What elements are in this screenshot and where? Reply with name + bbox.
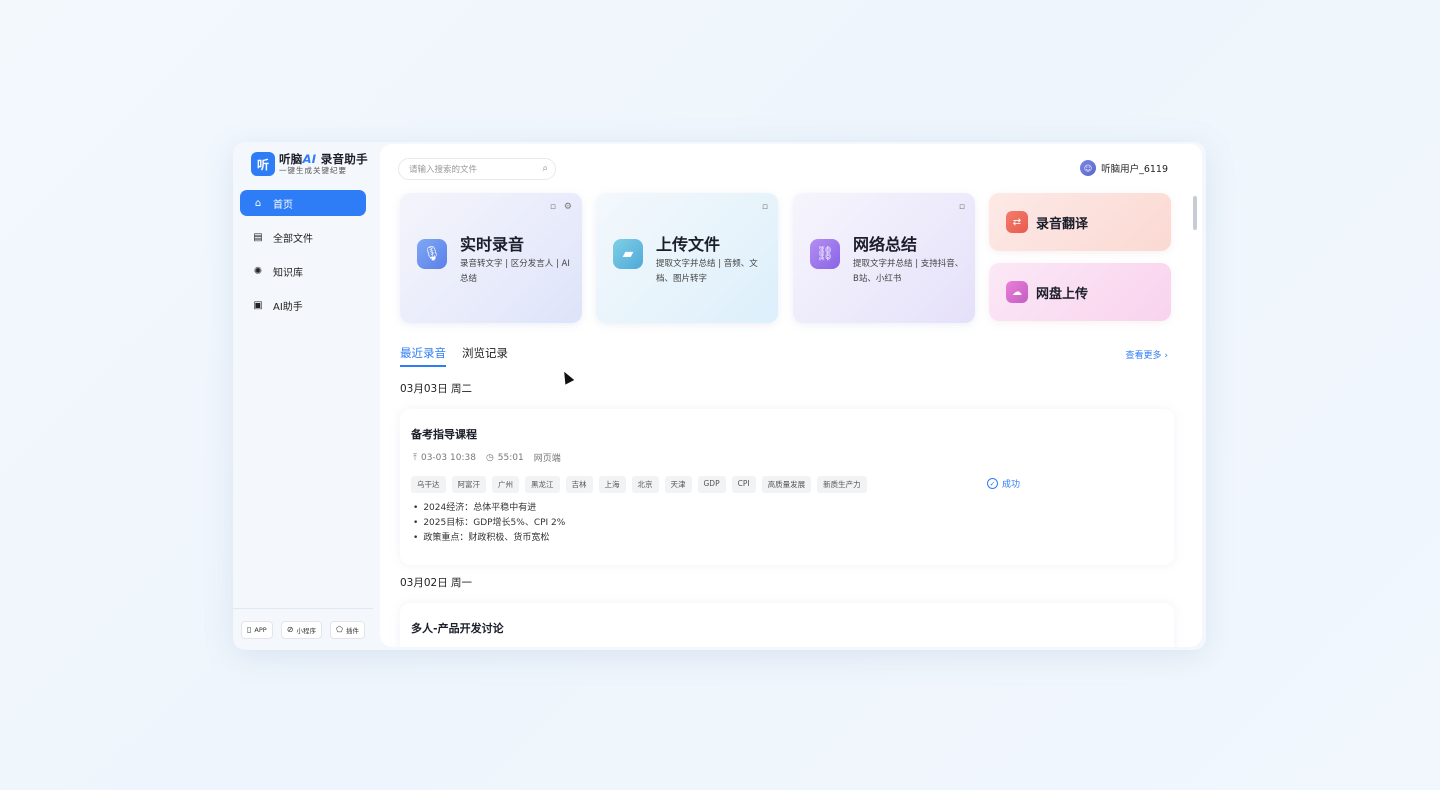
logo-brand: 听脑 bbox=[279, 151, 303, 166]
tag[interactable]: GDP bbox=[697, 476, 726, 493]
logo-product: 录音助手 bbox=[320, 151, 368, 166]
web-summary-card[interactable]: ▫ ⛓ 网络总结 提取文字并总结 | 支持抖音、B站、小红书 bbox=[793, 193, 975, 323]
tag[interactable]: 新质生产力 bbox=[817, 476, 867, 493]
mini-title: 录音翻译 bbox=[1036, 216, 1089, 232]
link-icon: ⛓ bbox=[810, 239, 840, 269]
card-desc: 提取文字并总结 | 支持抖音、B站、小红书 bbox=[853, 259, 964, 284]
summary-list: 2024经济：总体平稳中有进 2025目标：GDP增长5%、CPI 2% 政策重… bbox=[413, 501, 565, 546]
status-badge: ✓ 成功 bbox=[987, 477, 1020, 490]
plugin-icon: ⬠ bbox=[336, 625, 343, 634]
tab-recent-recordings[interactable]: 最近录音 bbox=[400, 345, 446, 367]
list-item: 政策重点：财政积极、货币宽松 bbox=[413, 531, 565, 546]
home-icon: ⌂ bbox=[254, 197, 262, 209]
tag[interactable]: 阿富汗 bbox=[451, 476, 486, 493]
file-icon: ▤ bbox=[253, 231, 263, 243]
card-desc: 录音转文字 | 区分发言人 | AI总结 bbox=[460, 259, 570, 284]
tag[interactable]: 高质量发展 bbox=[761, 476, 812, 493]
settings-icon[interactable]: ⚙ bbox=[564, 202, 572, 212]
search-input[interactable]: 请输入搜索的文件 ⌕ bbox=[398, 158, 556, 180]
recording-translate-card[interactable]: ⇄ 录音翻译 bbox=[989, 193, 1171, 251]
record-tabs: 最近录音 浏览记录 bbox=[400, 345, 508, 367]
translate-icon: ⇄ bbox=[1006, 211, 1028, 233]
chat-icon: ▣ bbox=[253, 299, 263, 311]
list-item: 2025目标：GDP增长5%、CPI 2% bbox=[413, 516, 565, 531]
card-title: 实时录音 bbox=[460, 235, 525, 254]
logo-icon: 听 bbox=[251, 152, 275, 176]
tag[interactable]: 广州 bbox=[492, 476, 519, 493]
main-panel: 请输入搜索的文件 ⌕ ☺ 听脑用户_6119 ▫ ⚙ 🎙 实时录音 录音转文字 … bbox=[380, 144, 1202, 647]
miniprogram-button[interactable]: ⊘ 小程序 bbox=[280, 620, 322, 639]
cloud-upload-card[interactable]: ☁ 网盘上传 bbox=[989, 263, 1171, 321]
tag[interactable]: 乌干达 bbox=[411, 476, 446, 493]
sidebar-item-label: AI助手 bbox=[273, 301, 303, 313]
upload-icon: ⤒ bbox=[413, 452, 417, 463]
tag[interactable]: 上海 bbox=[598, 476, 626, 493]
search-icon[interactable]: ⌕ bbox=[542, 163, 548, 174]
save-icon[interactable]: ▫ bbox=[550, 202, 556, 212]
sidebar-item-home[interactable]: ⌂ 首页 bbox=[240, 190, 366, 216]
record-card[interactable]: 备考指导课程 ⤒ 03-03 10:38 ◷ 55:01 网页端 乌干达 阿富汗… bbox=[400, 409, 1174, 565]
card-desc: 提取文字并总结 | 音频、文档、图片转字 bbox=[656, 259, 758, 284]
sidebar-item-label: 知识库 bbox=[273, 267, 303, 279]
sidebar: 听 听脑AI 录音助手 一键生成关键纪要 ⌂ 首页 ▤ 全部文件 ✺ 知识库 ▣… bbox=[233, 142, 376, 650]
app-download-button[interactable]: ▯ APP bbox=[241, 620, 273, 639]
realtime-recording-card[interactable]: ▫ ⚙ 🎙 实时录音 录音转文字 | 区分发言人 | AI总结 bbox=[400, 193, 582, 323]
microphone-icon: 🎙 bbox=[417, 239, 447, 269]
save-icon[interactable]: ▫ bbox=[762, 202, 768, 212]
date-header: 03月03日 周二 bbox=[400, 383, 473, 395]
search-placeholder: 请输入搜索的文件 bbox=[409, 165, 478, 175]
upload-file-card[interactable]: ▫ ▰ 上传文件 提取文字并总结 | 音频、文档、图片转字 bbox=[596, 193, 778, 323]
logo[interactable]: 听 听脑AI 录音助手 一键生成关键纪要 bbox=[251, 152, 368, 176]
logo-tagline: 一键生成关键纪要 bbox=[279, 166, 347, 175]
tag[interactable]: CPI bbox=[731, 476, 756, 493]
mini-title: 网盘上传 bbox=[1036, 286, 1089, 302]
check-icon: ✓ bbox=[987, 478, 998, 489]
record-title: 多人-产品开发讨论 bbox=[411, 622, 504, 635]
record-time: 03-03 10:38 bbox=[420, 452, 476, 463]
sidebar-item-all-files[interactable]: ▤ 全部文件 bbox=[240, 224, 366, 250]
clock-icon: ◷ bbox=[485, 452, 494, 463]
sidebar-footer: ▯ APP ⊘ 小程序 ⬠ 插件 bbox=[233, 608, 373, 650]
tag[interactable]: 黑龙江 bbox=[525, 476, 560, 493]
app-window: 听 听脑AI 录音助手 一键生成关键纪要 ⌂ 首页 ▤ 全部文件 ✺ 知识库 ▣… bbox=[233, 142, 1206, 650]
user-name: 听脑用户_6119 bbox=[1101, 164, 1168, 175]
record-title: 备考指导课程 bbox=[411, 428, 477, 441]
sidebar-item-label: 全部文件 bbox=[273, 233, 313, 245]
list-item: 2024经济：总体平稳中有进 bbox=[413, 501, 565, 516]
phone-icon: ▯ bbox=[247, 625, 252, 634]
plugin-button[interactable]: ⬠ 插件 bbox=[330, 620, 365, 639]
card-title: 上传文件 bbox=[656, 235, 721, 254]
see-more-link[interactable]: 查看更多 › bbox=[1126, 348, 1168, 361]
user-menu[interactable]: ☺ 听脑用户_6119 bbox=[1080, 160, 1168, 176]
avatar: ☺ bbox=[1080, 160, 1097, 176]
save-icon[interactable]: ▫ bbox=[959, 202, 965, 212]
record-card[interactable]: 多人-产品开发讨论 bbox=[400, 603, 1174, 647]
sidebar-item-label: 首页 bbox=[273, 199, 293, 211]
card-title: 网络总结 bbox=[853, 235, 918, 254]
bulb-icon: ✺ bbox=[253, 265, 263, 277]
record-meta: ⤒ 03-03 10:38 ◷ 55:01 网页端 bbox=[413, 451, 561, 465]
logo-ai: AI bbox=[302, 151, 317, 166]
record-source: 网页端 bbox=[533, 454, 561, 464]
date-header: 03月02日 周一 bbox=[400, 577, 473, 589]
cloud-upload-icon: ☁ bbox=[1006, 281, 1028, 303]
folder-upload-icon: ▰ bbox=[613, 239, 643, 269]
scrollbar[interactable] bbox=[1193, 196, 1197, 230]
miniprogram-icon: ⊘ bbox=[286, 625, 294, 634]
tag[interactable]: 天津 bbox=[664, 476, 692, 493]
record-tags: 乌干达 阿富汗 广州 黑龙江 吉林 上海 北京 天津 GDP CPI 高质量发展… bbox=[411, 476, 867, 493]
sidebar-nav: ⌂ 首页 ▤ 全部文件 ✺ 知识库 ▣ AI助手 bbox=[240, 190, 366, 326]
tag[interactable]: 吉林 bbox=[565, 476, 593, 493]
record-duration: 55:01 bbox=[497, 452, 524, 463]
sidebar-item-ai-assistant[interactable]: ▣ AI助手 bbox=[240, 292, 366, 318]
tag[interactable]: 北京 bbox=[631, 476, 659, 493]
tab-browse-history[interactable]: 浏览记录 bbox=[462, 345, 508, 367]
sidebar-item-knowledge[interactable]: ✺ 知识库 bbox=[240, 258, 366, 284]
